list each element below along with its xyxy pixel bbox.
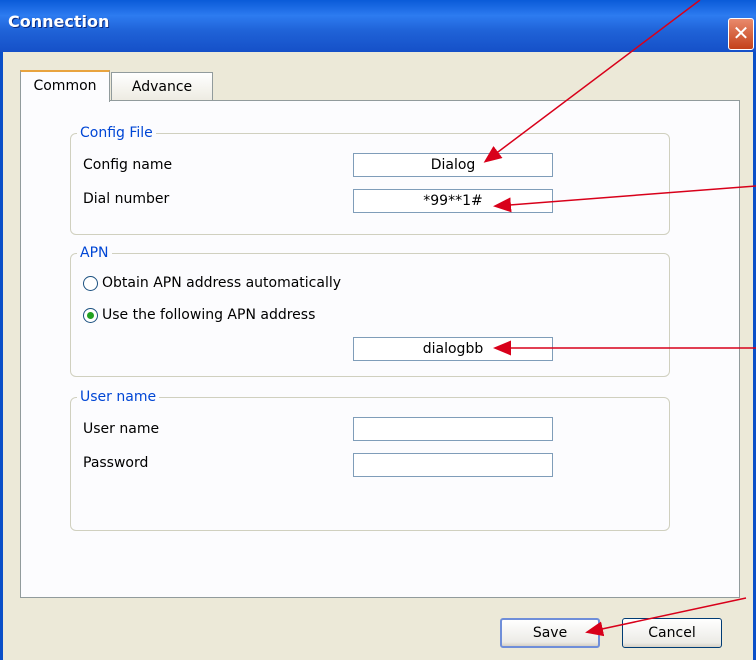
password-label: Password: [83, 455, 149, 471]
apn-manual-label: Use the following APN address: [102, 307, 316, 323]
config-name-field[interactable]: [353, 153, 553, 177]
window-title: Connection: [8, 12, 110, 31]
config-file-legend: Config File: [80, 125, 153, 141]
username-field[interactable]: [353, 417, 553, 441]
apn-auto-label: Obtain APN address automatically: [102, 275, 342, 291]
apn-manual-option[interactable]: Use the following APN address: [83, 307, 315, 323]
user-name-legend: User name: [80, 389, 157, 405]
apn-manual-radio[interactable]: [83, 307, 98, 323]
close-icon[interactable]: ✕: [728, 18, 754, 50]
config-file-group: Config File: [70, 125, 670, 235]
save-button[interactable]: Save: [500, 618, 600, 648]
dial-number-label: Dial number: [83, 191, 170, 207]
apn-auto-radio[interactable]: [83, 275, 98, 291]
apn-legend: APN: [80, 245, 109, 261]
username-label: User name: [83, 421, 160, 437]
tab-panel: Config File Config name Dial number APN …: [20, 100, 740, 598]
title-bar: Connection ✕: [0, 0, 756, 52]
cancel-button[interactable]: Cancel: [622, 618, 722, 648]
config-name-label: Config name: [83, 157, 173, 173]
password-field[interactable]: [353, 453, 553, 477]
dial-number-field[interactable]: [353, 189, 553, 213]
apn-address-field[interactable]: [353, 337, 553, 361]
tab-advance[interactable]: Advance: [111, 72, 213, 102]
tab-common[interactable]: Common: [20, 70, 110, 102]
apn-auto-option[interactable]: Obtain APN address automatically: [83, 275, 341, 291]
window-frame-left: [0, 52, 3, 660]
